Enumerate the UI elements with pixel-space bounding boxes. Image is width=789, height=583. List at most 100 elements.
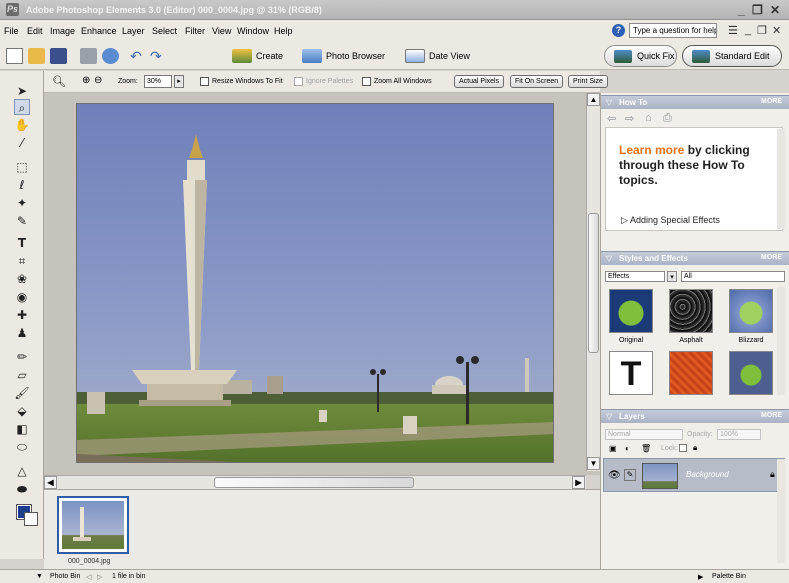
howto-home-icon[interactable]: ⌂	[645, 112, 652, 124]
doc-restore-button[interactable]: ❐	[757, 24, 767, 37]
layers-palette-header[interactable]: ▽ Layers MORE	[601, 409, 789, 423]
date-view-button[interactable]: Date View	[429, 51, 470, 61]
delete-layer-icon[interactable]: 🗑︎	[641, 444, 651, 453]
previous-photo-icon[interactable]: ◁	[86, 573, 91, 581]
eraser-tool-icon[interactable]: ▱	[14, 367, 30, 383]
howto-more-button[interactable]: MORE	[761, 98, 782, 105]
photo-bin-toggle-icon[interactable]: ▼	[36, 573, 43, 580]
brush-tool-icon[interactable]: 🖌︎	[14, 385, 30, 401]
open-folder-icon[interactable]	[28, 48, 45, 64]
close-button[interactable]: ✕	[770, 3, 780, 17]
new-file-icon[interactable]	[6, 48, 23, 64]
blur-tool-icon[interactable]: △	[14, 463, 30, 479]
effects-filter-select[interactable]: All	[681, 271, 785, 282]
effect-original-swatch[interactable]	[609, 289, 653, 333]
palette-bin-toggle-icon[interactable]: ▶	[698, 573, 703, 581]
healing-brush-tool-icon[interactable]: ✚	[14, 307, 30, 323]
photo-browser-icon[interactable]	[302, 49, 322, 63]
howto-palette-header[interactable]: ▽ How To MORE	[601, 95, 789, 109]
howto-back-icon[interactable]: ⇦	[607, 112, 616, 125]
fit-on-screen-button[interactable]: Fit On Screen	[510, 75, 564, 88]
adjustment-layer-icon[interactable]: ◐	[625, 444, 630, 453]
type-tool-icon[interactable]: T	[14, 235, 30, 251]
move-tool-icon[interactable]: ➤	[14, 83, 30, 99]
palette-bin-label[interactable]: Palette Bin	[712, 573, 746, 580]
print-icon[interactable]	[80, 48, 97, 64]
scroll-left-arrow[interactable]: ◀	[44, 476, 57, 489]
photo-bin-label[interactable]: Photo Bin	[50, 573, 80, 580]
menu-enhance[interactable]: Enhance	[81, 26, 117, 36]
eyedropper-tool-icon[interactable]: ⁄	[14, 135, 30, 151]
menu-filter[interactable]: Filter	[185, 26, 205, 36]
vertical-scroll-thumb[interactable]	[588, 213, 599, 353]
effect-texture-swatch[interactable]	[669, 351, 713, 395]
minimize-button[interactable]: _	[738, 3, 745, 17]
document-image[interactable]	[76, 103, 554, 463]
learn-more-link[interactable]: Learn more	[619, 143, 684, 157]
doc-close-button[interactable]: ✕	[772, 24, 781, 37]
undo-icon[interactable]: ↶	[130, 48, 147, 64]
selection-brush-tool-icon[interactable]: ✎	[14, 213, 30, 229]
menu-window[interactable]: Window	[237, 26, 269, 36]
pencil-tool-icon[interactable]: ✏	[14, 349, 30, 365]
online-services-icon[interactable]	[102, 48, 119, 64]
redo-icon[interactable]: ↷	[150, 48, 167, 64]
zoom-all-checkbox[interactable]	[362, 77, 371, 86]
styles-more-button[interactable]: MORE	[761, 254, 782, 261]
collapse-triangle-icon[interactable]: ▽	[606, 412, 612, 421]
horizontal-scroll-thumb[interactable]	[214, 477, 414, 488]
zoom-tool-icon[interactable]: ⌕	[14, 99, 30, 115]
lock-all-icon[interactable]: 🔒︎	[693, 443, 697, 453]
effects-category-select[interactable]: Effects	[605, 271, 665, 282]
zoom-input[interactable]: 30%	[144, 75, 172, 88]
layer-visibility-icon[interactable]: 👁︎	[608, 470, 621, 481]
effect-text-style-swatch[interactable]: T	[609, 351, 653, 395]
standard-edit-button[interactable]: Standard Edit	[682, 45, 782, 67]
sponge-tool-icon[interactable]: ⬬	[14, 481, 30, 497]
layers-scrollbar[interactable]	[777, 459, 785, 563]
lasso-tool-icon[interactable]: ℓ	[14, 177, 30, 193]
new-layer-icon[interactable]: ▣	[609, 444, 617, 453]
collapse-triangle-icon[interactable]: ▽	[606, 98, 612, 107]
layers-more-button[interactable]: MORE	[761, 412, 782, 419]
zoom-out-icon[interactable]: ⊖	[94, 75, 102, 86]
effect-frame-swatch[interactable]	[729, 351, 773, 395]
photo-bin-thumbnail[interactable]	[57, 496, 129, 554]
lock-transparency-checkbox[interactable]	[679, 444, 687, 452]
palette-options-icon[interactable]: ☰	[728, 24, 738, 37]
next-photo-icon[interactable]: ▷	[97, 573, 102, 581]
menu-layer[interactable]: Layer	[122, 26, 145, 36]
category-dropdown-arrow[interactable]: ▾	[667, 271, 677, 282]
styles-palette-header[interactable]: ▽ Styles and Effects MORE	[601, 251, 789, 265]
collapse-triangle-icon[interactable]: ▽	[606, 254, 612, 263]
vertical-scrollbar[interactable]: ▲ ▼	[586, 93, 600, 471]
actual-pixels-button[interactable]: Actual Pixels	[454, 75, 505, 88]
marquee-tool-icon[interactable]: ⬚	[14, 159, 30, 175]
menu-view[interactable]: View	[212, 26, 231, 36]
scroll-up-arrow[interactable]: ▲	[587, 93, 600, 106]
styles-scrollbar[interactable]	[777, 287, 785, 395]
crop-tool-icon[interactable]: ⌗	[14, 253, 30, 269]
zoom-slider-arrow[interactable]: ▸	[174, 75, 184, 88]
print-size-button[interactable]: Print Size	[568, 75, 608, 88]
doc-minimize-button[interactable]: _	[745, 24, 751, 36]
zoom-in-icon[interactable]: ⊕	[82, 75, 90, 86]
howto-forward-icon[interactable]: ⇨	[625, 112, 634, 125]
help-search-input[interactable]: Type a question for help	[629, 23, 717, 38]
horizontal-scrollbar[interactable]: ◀ ▶	[44, 475, 586, 489]
scroll-down-arrow[interactable]: ▼	[587, 457, 600, 470]
background-color-swatch[interactable]	[24, 512, 38, 526]
paint-bucket-tool-icon[interactable]: ⬙	[14, 403, 30, 419]
shape-tool-icon[interactable]: ⬭	[14, 439, 30, 455]
menu-image[interactable]: Image	[50, 26, 75, 36]
date-view-icon[interactable]	[405, 49, 425, 63]
menu-edit[interactable]: Edit	[27, 26, 43, 36]
gradient-tool-icon[interactable]: ◧	[14, 421, 30, 437]
howto-topic-link[interactable]: ▷ Adding Special Effects	[621, 215, 720, 226]
scroll-right-arrow[interactable]: ▶	[572, 476, 585, 489]
layer-link-icon[interactable]: ✎	[624, 469, 636, 481]
menu-file[interactable]: File	[4, 26, 19, 36]
layer-row-background[interactable]: 👁︎ ✎ Background 🔒︎	[603, 458, 785, 492]
howto-scrollbar[interactable]	[777, 129, 785, 229]
menu-help[interactable]: Help	[274, 26, 293, 36]
